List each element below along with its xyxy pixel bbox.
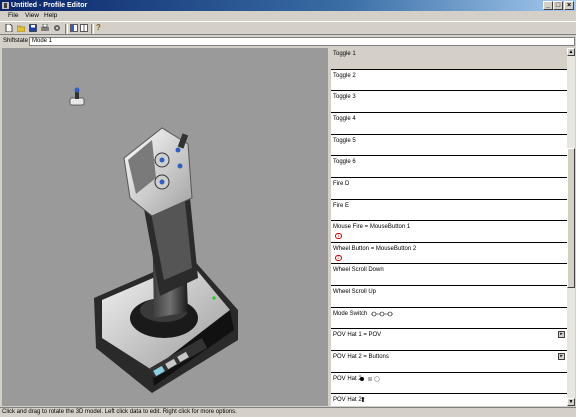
pov-direction-icon: [360, 376, 380, 382]
arrow-up-icon: ⬆: [360, 397, 366, 404]
menu-file[interactable]: File: [8, 12, 18, 19]
toolbar-separator: [65, 24, 68, 34]
layout-left-icon[interactable]: [70, 24, 78, 32]
list-item[interactable]: Toggle 2: [331, 70, 567, 91]
list-item[interactable]: Fire E: [331, 200, 567, 221]
model-viewport[interactable]: [2, 48, 328, 406]
status-text: Click and drag to rotate the 3D model. L…: [2, 409, 237, 415]
menu-help[interactable]: Help: [44, 12, 57, 19]
layout-split-icon[interactable]: [80, 24, 88, 32]
list-item[interactable]: Toggle 4: [331, 113, 567, 135]
list-item[interactable]: Wheel Scroll Down: [331, 264, 567, 286]
print-icon[interactable]: [41, 24, 49, 32]
list-item[interactable]: Mode Switch: [331, 308, 567, 329]
save-icon[interactable]: [29, 24, 37, 32]
status-bar: Click and drag to rotate the 3D model. L…: [0, 407, 576, 417]
mouse-button-icon: 1: [335, 233, 342, 239]
shiftstate-label: Shiftstate: [3, 38, 29, 44]
list-item[interactable]: POV Hat 2 = Buttons ▸: [331, 351, 567, 373]
help-icon[interactable]: ?: [96, 24, 104, 32]
list-item[interactable]: Mouse Fire = MouseButton 1 1: [331, 221, 567, 243]
list-item[interactable]: POV Hat 1 = POV ▸: [331, 329, 567, 351]
mode-switch-icon: [371, 311, 393, 317]
menu-view[interactable]: View: [25, 12, 39, 19]
list-item[interactable]: Wheel Scroll Up: [331, 286, 567, 308]
scroll-down-button[interactable]: ▼: [567, 398, 575, 406]
list-item[interactable]: Fire D: [331, 178, 567, 200]
shiftstate-select[interactable]: Mode 1: [29, 37, 575, 46]
new-icon[interactable]: [5, 24, 13, 32]
window-title: Untitled - Profile Editor: [11, 2, 88, 9]
minimize-button[interactable]: _: [543, 1, 553, 10]
orientation-gizmo-icon: [69, 87, 85, 106]
more-options-button[interactable]: ▸: [558, 353, 565, 360]
more-options-button[interactable]: ▸: [558, 331, 565, 338]
joystick-model: [69, 87, 238, 393]
list-item[interactable]: Toggle 6: [331, 156, 567, 178]
list-item[interactable]: Toggle 3: [331, 91, 567, 113]
menu-bar: File View Help: [0, 11, 576, 21]
list-scrollbar[interactable]: ▲ ▼: [567, 48, 575, 406]
scroll-thumb[interactable]: [567, 148, 575, 288]
list-item[interactable]: POV Hat 2 ⬆: [331, 394, 567, 406]
list-item[interactable]: POV Hat 2: [331, 373, 567, 394]
list-item[interactable]: Wheel Button = MouseButton 2 2: [331, 243, 567, 264]
toolbar: ?: [0, 21, 576, 35]
toolbar-separator: [91, 24, 94, 34]
list-item[interactable]: Toggle 5: [331, 135, 567, 156]
open-icon[interactable]: [17, 24, 25, 32]
shiftstate-row: Shiftstate Mode 1: [0, 36, 576, 47]
close-button[interactable]: ×: [564, 1, 574, 10]
list-item[interactable]: Toggle 1: [331, 48, 567, 70]
settings-icon[interactable]: [53, 24, 61, 32]
scroll-up-button[interactable]: ▲: [567, 48, 575, 56]
maximize-button[interactable]: □: [553, 1, 563, 10]
title-bar: Untitled - Profile Editor _ □ ×: [0, 0, 576, 11]
binding-list: Toggle 1 Toggle 2 Toggle 3 Toggle 4 Togg…: [331, 48, 567, 406]
mouse-button-icon: 2: [335, 255, 342, 261]
app-icon: [2, 2, 9, 9]
